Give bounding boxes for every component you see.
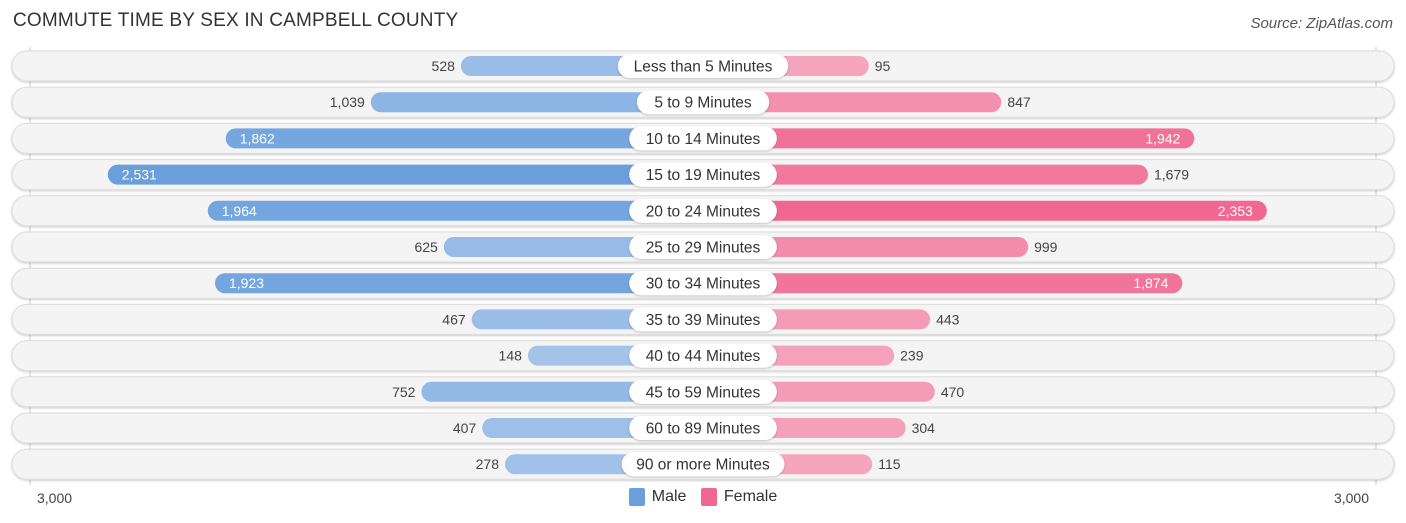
category-label: 45 to 59 Minutes: [646, 384, 761, 401]
chart-row: 10 to 14 Minutes 1,862 1,942: [11, 122, 1395, 154]
value-label-male: 278: [476, 456, 500, 472]
legend: Male Female: [0, 488, 1406, 511]
chart-row: Less than 5 Minutes 528 95: [11, 50, 1395, 82]
chart-row: 30 to 34 Minutes 1,923 1,874: [11, 267, 1395, 299]
value-label-female: 115: [878, 456, 901, 472]
bar-female: [703, 200, 1267, 221]
category-label: 5 to 9 Minutes: [654, 95, 752, 112]
legend-label-female: Female: [723, 488, 778, 505]
legend-swatch-male: [628, 488, 645, 506]
value-label-female: 239: [900, 348, 924, 364]
chart-row: 25 to 29 Minutes 625 999: [11, 231, 1395, 263]
value-label-female: 470: [941, 384, 965, 400]
category-label: 60 to 89 Minutes: [646, 421, 761, 438]
chart-canvas: Less than 5 Minutes 528 95 5 to 9 Minutes 1,…: [11, 47, 1395, 486]
value-label-male: 528: [432, 58, 456, 74]
category-label: 10 to 14 Minutes: [646, 131, 761, 148]
value-label-male: 467: [442, 311, 466, 327]
value-label-female: 1,874: [1133, 275, 1168, 291]
category-label: 40 to 44 Minutes: [646, 348, 761, 365]
chart-row: 5 to 9 Minutes 1,039 847: [11, 86, 1395, 118]
value-label-female: 304: [912, 420, 936, 436]
value-label-male: 1,964: [222, 203, 257, 219]
chart-row: 60 to 89 Minutes 407 304: [11, 412, 1395, 444]
category-label: 90 or more Minutes: [636, 457, 770, 474]
chart-row: 90 or more Minutes 278 115: [11, 448, 1395, 480]
value-label-female: 1,679: [1154, 167, 1189, 183]
category-label: 25 to 29 Minutes: [646, 240, 761, 257]
category-label: 20 to 24 Minutes: [646, 203, 761, 220]
value-label-female: 443: [936, 311, 960, 327]
category-label: 35 to 39 Minutes: [646, 312, 761, 329]
value-label-male: 1,039: [330, 94, 365, 110]
chart-row: 45 to 59 Minutes 752 470: [11, 376, 1395, 408]
category-label: 30 to 34 Minutes: [646, 276, 761, 293]
value-label-female: 999: [1034, 239, 1058, 255]
legend-label-male: Male: [651, 488, 687, 505]
value-label-male: 148: [499, 348, 523, 364]
category-label: 15 to 19 Minutes: [646, 167, 761, 184]
value-label-male: 2,531: [122, 167, 157, 183]
chart-row: 15 to 19 Minutes 2,531 1,679: [11, 159, 1395, 191]
value-label-male: 752: [392, 384, 416, 400]
value-label-female: 2,353: [1218, 203, 1253, 219]
chart-row: 40 to 44 Minutes 148 239: [11, 340, 1395, 372]
value-label-male: 625: [414, 239, 438, 255]
value-label-female: 847: [1007, 94, 1031, 110]
legend-item-female[interactable]: Female: [700, 488, 778, 506]
value-label-female: 1,942: [1145, 130, 1180, 146]
value-label-female: 95: [875, 58, 891, 74]
value-label-male: 1,862: [240, 130, 275, 146]
chart-row: 20 to 24 Minutes 1,964 2,353: [11, 195, 1395, 227]
bar-male: [107, 164, 704, 185]
category-label: Less than 5 Minutes: [634, 59, 773, 76]
value-label-male: 1,923: [229, 275, 264, 291]
legend-swatch-female: [700, 488, 717, 506]
chart-row: 35 to 39 Minutes 467 443: [11, 303, 1395, 335]
legend-item-male[interactable]: Male: [628, 488, 687, 506]
bar-male: [207, 200, 703, 221]
value-label-male: 407: [453, 420, 477, 436]
